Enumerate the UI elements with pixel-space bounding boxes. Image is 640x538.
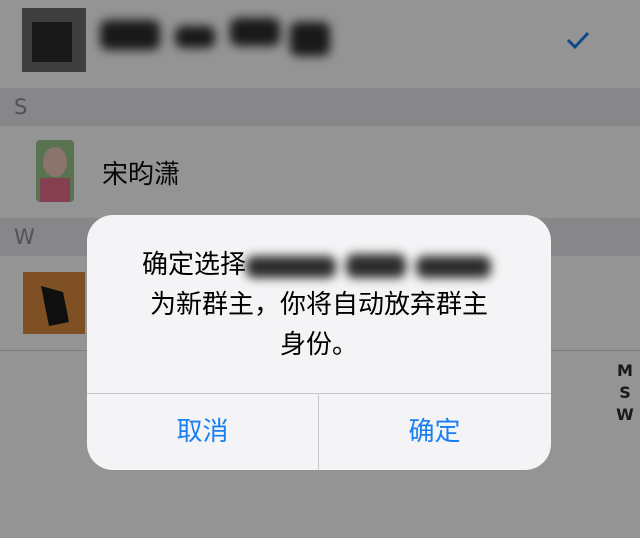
redacted-member-name (246, 250, 496, 282)
message-line-3: 身份。 (279, 330, 358, 360)
dialog-message: 确定选择 为新群主，你将自动放弃群主 身份。 (87, 245, 551, 365)
message-prefix: 确定选择 (141, 250, 246, 280)
message-line-2: 为新群主，你将自动放弃群主 (149, 290, 488, 320)
dialog-button-row: 取消 确定 (87, 393, 551, 470)
confirm-button[interactable]: 确定 (319, 394, 550, 470)
message-line-1: 确定选择 (87, 245, 551, 285)
transfer-owner-dialog: 确定选择 为新群主，你将自动放弃群主 身份。 取消 确定 (87, 215, 551, 470)
cancel-button[interactable]: 取消 (87, 394, 318, 470)
